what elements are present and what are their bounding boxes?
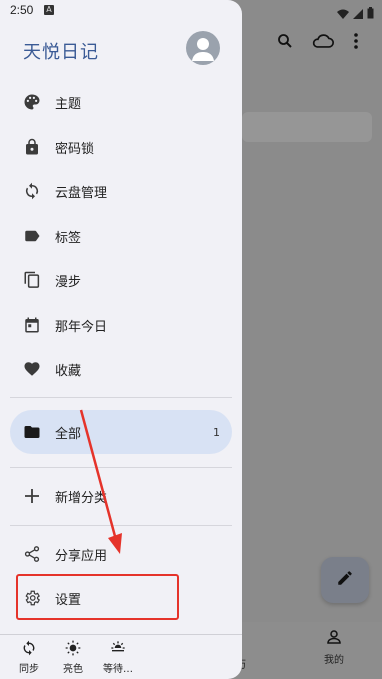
menu-label: 那年今日 <box>55 319 108 335</box>
palette-icon <box>23 93 41 111</box>
sync-icon <box>21 640 37 659</box>
menu-label: 漫步 <box>55 274 82 290</box>
divider <box>10 467 232 468</box>
person-icon <box>325 630 343 649</box>
menu-label: 密码锁 <box>55 141 95 157</box>
auto-mode-label: 等待… <box>103 664 133 675</box>
menu-item-on-this-day[interactable]: 那年今日 <box>0 303 242 347</box>
calendar-icon <box>23 316 41 334</box>
app-title: 天悦日记 <box>23 42 99 63</box>
menu-label: 收藏 <box>55 363 82 379</box>
avatar[interactable] <box>186 31 220 65</box>
menu-item-tags[interactable]: 标签 <box>0 214 242 258</box>
new-entry-fab[interactable] <box>321 557 369 603</box>
sync-icon <box>23 182 41 200</box>
share-icon <box>23 545 41 563</box>
divider <box>10 525 232 526</box>
settings-highlight-box <box>16 574 179 620</box>
sync-button[interactable]: 同步 <box>16 640 42 675</box>
wifi-icon <box>337 4 349 23</box>
menu-label: 主题 <box>55 96 82 112</box>
menu-item-stroll[interactable]: 漫步 <box>0 258 242 302</box>
share-app-button[interactable]: 分享应用 <box>0 532 242 576</box>
lock-icon <box>23 138 41 156</box>
menu-item-cloud-manage[interactable]: 云盘管理 <box>0 169 242 213</box>
heart-icon <box>23 360 41 378</box>
plus-icon <box>23 487 41 505</box>
light-mode-button[interactable]: 亮色 <box>60 640 86 675</box>
copy-icon <box>23 271 41 289</box>
auto-mode-button[interactable]: 等待… <box>100 640 136 675</box>
label-icon <box>23 227 41 245</box>
sun-icon <box>65 640 81 659</box>
notification-icon: A <box>44 5 54 15</box>
background-search-bar <box>242 112 372 142</box>
status-bar: 2:50 A <box>0 0 382 22</box>
sun-dim-icon <box>110 641 126 659</box>
folder-icon <box>23 423 41 441</box>
tab-label: 我的 <box>324 655 344 666</box>
menu-label: 云盘管理 <box>55 185 108 201</box>
status-time: 2:50 <box>10 3 34 17</box>
menu-item-theme[interactable]: 主题 <box>0 80 242 124</box>
menu-label: 标签 <box>55 230 82 246</box>
share-app-label: 分享应用 <box>55 548 108 564</box>
sync-label: 同步 <box>19 664 39 675</box>
add-category-label: 新增分类 <box>55 490 108 506</box>
search-icon[interactable] <box>276 32 294 54</box>
menu-item-favorites[interactable]: 收藏 <box>0 347 242 391</box>
category-item-all[interactable]: 全部 1 <box>0 410 242 454</box>
category-count: 1 <box>213 425 220 439</box>
add-category-button[interactable]: 新增分类 <box>0 474 242 518</box>
background-toolbar <box>276 32 360 54</box>
tab-mine[interactable]: 我的 <box>322 628 346 666</box>
cloud-icon[interactable] <box>312 32 334 54</box>
category-label: 全部 <box>55 426 82 442</box>
battery-icon <box>367 4 374 23</box>
edit-icon <box>336 569 354 591</box>
signal-icon <box>353 4 363 23</box>
menu-item-password-lock[interactable]: 密码锁 <box>0 125 242 169</box>
bottom-divider <box>0 634 242 635</box>
divider <box>10 397 232 398</box>
more-vert-icon[interactable] <box>352 32 360 54</box>
light-mode-label: 亮色 <box>63 664 83 675</box>
